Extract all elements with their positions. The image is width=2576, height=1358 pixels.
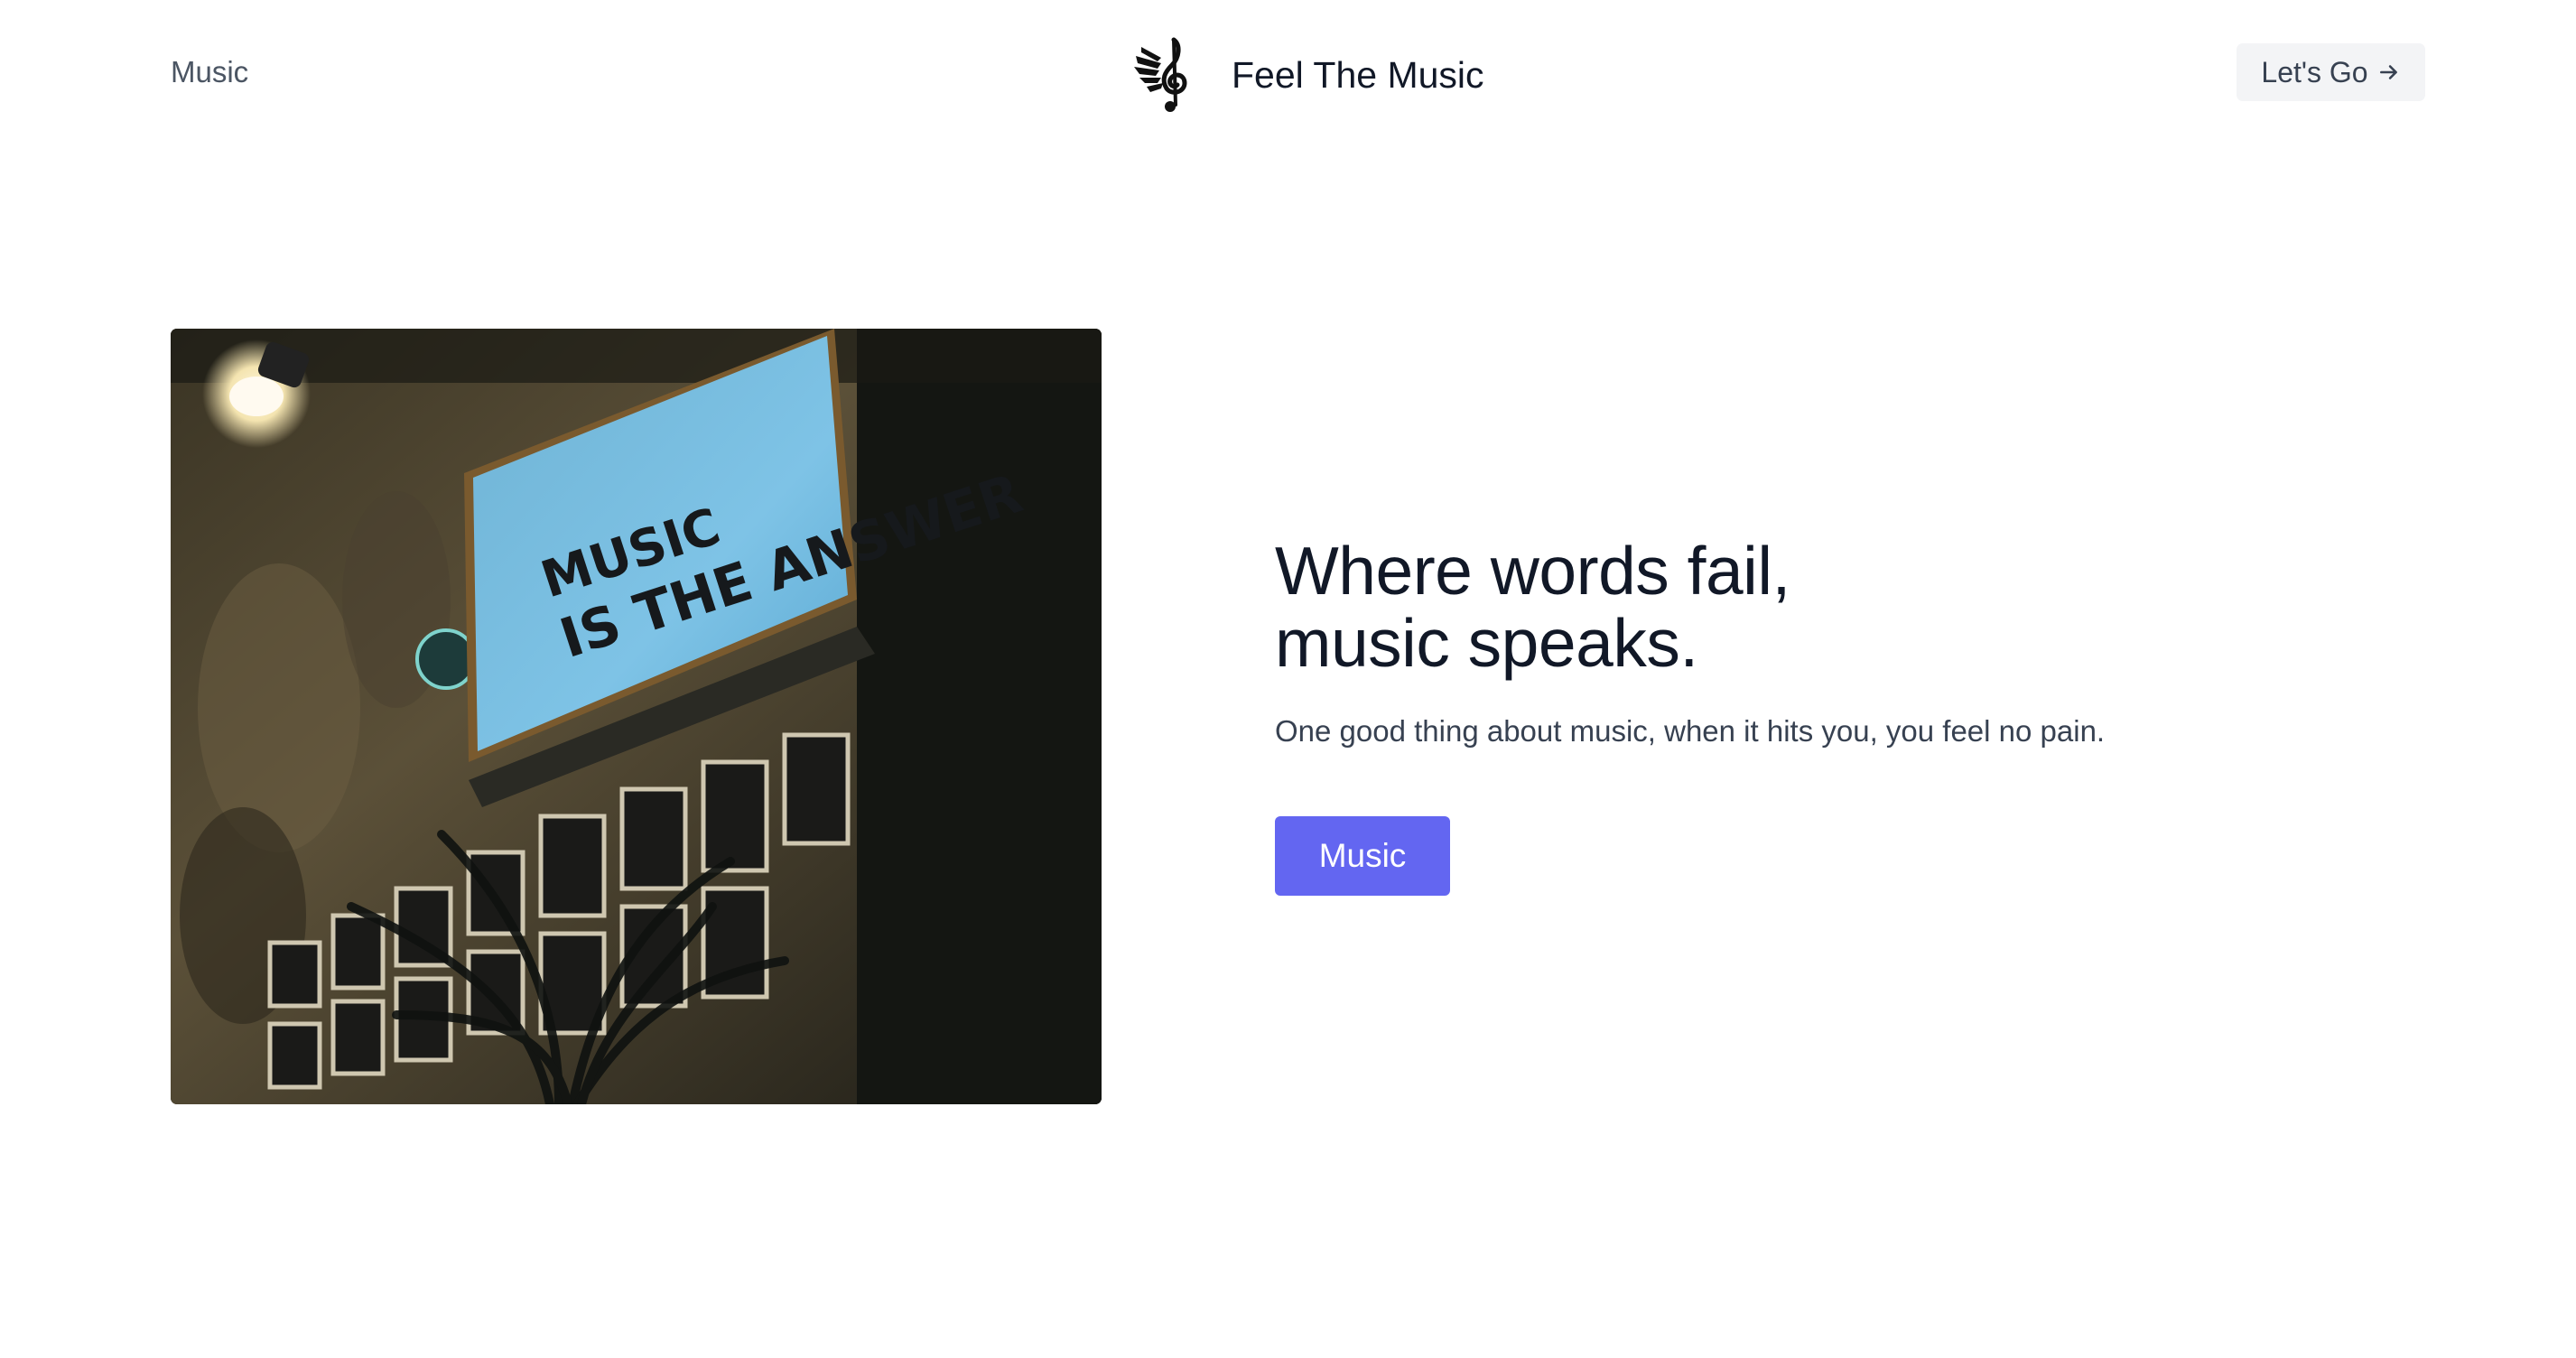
- hero-title-line-2: music speaks.: [1275, 605, 1698, 681]
- nav-link-music[interactable]: Music: [171, 54, 248, 90]
- landing-page: Music Feel The Music Let's Go MUSIC IS T…: [0, 0, 2576, 1358]
- hero-title-line-1: Where words fail,: [1275, 533, 1790, 609]
- brand-name: Feel The Music: [1232, 53, 1484, 96]
- lets-go-label: Let's Go: [2261, 55, 2368, 88]
- brand[interactable]: Feel The Music: [1134, 34, 1484, 116]
- hero-subtitle: One good thing about music, when it hits…: [1275, 714, 2106, 748]
- music-button[interactable]: Music: [1275, 816, 1450, 896]
- hero-image: MUSIC IS THE ANSWER: [171, 329, 1102, 1104]
- arrow-right-icon: [2379, 65, 2397, 79]
- hero-content: Where words fail, music speaks. One good…: [1275, 535, 2449, 896]
- lets-go-button[interactable]: Let's Go: [2237, 43, 2425, 101]
- hero-title: Where words fail, music speaks.: [1275, 535, 2449, 679]
- winged-treble-clef-icon: [1134, 37, 1187, 112]
